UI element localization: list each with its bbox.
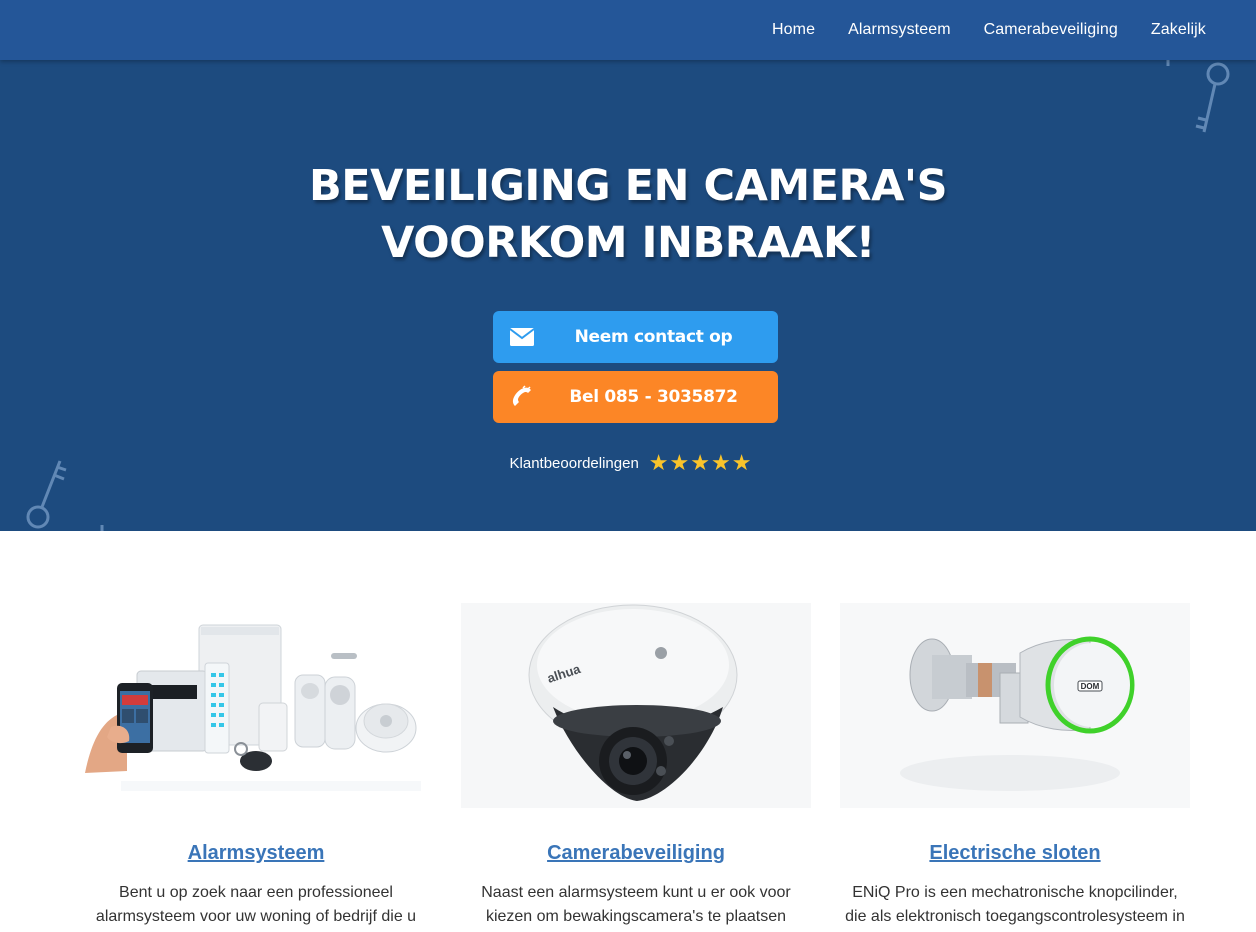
- service-card-electrische-sloten: DOM Electrische sloten ENiQ Pro is een m…: [840, 603, 1190, 925]
- call-button[interactable]: Bel 085 - 3035872: [493, 371, 778, 423]
- nav-item-camerabeveiliging[interactable]: Camerabeveiliging: [984, 21, 1118, 39]
- nav-item-zakelijk[interactable]: Zakelijk: [1151, 21, 1206, 39]
- phone-icon: [509, 385, 535, 409]
- call-button-label: Bel 085 - 3035872: [569, 387, 738, 407]
- service-text-line: Naast een alarmsysteem kunt u er ook voo…: [481, 884, 791, 901]
- star-icon: ★: [669, 450, 690, 475]
- service-text-line: alarmsysteem voor uw woning of bedrijf d…: [95, 908, 417, 925]
- service-text-line: die als elektronisch toegangscontrolesys…: [845, 908, 1185, 925]
- service-title-electrische-sloten[interactable]: Electrische sloten: [840, 842, 1190, 865]
- services-section: Alarmsysteem Bent u op zoek naar een pro…: [0, 531, 1256, 932]
- service-card-camerabeveiliging: alhua Camerabeveiliging Naast een alarms…: [461, 603, 811, 925]
- service-text-alarmsysteem: Bent u op zoek naar een professioneel al…: [81, 881, 431, 929]
- customer-rating: Klantbeoordelingen ★ ★ ★ ★ ★: [0, 452, 1256, 474]
- contact-button[interactable]: Neem contact op: [493, 311, 778, 363]
- service-text-line: ENiQ Pro is een mechatronische knopcilin…: [852, 884, 1178, 901]
- service-card-alarmsysteem: Alarmsysteem Bent u op zoek naar een pro…: [81, 603, 431, 925]
- electronic-lock-image: DOM: [840, 603, 1190, 808]
- service-text-line: kiezen om bewakingscamera's te plaatsen: [485, 908, 787, 925]
- hero-title-line-1: BEVEILIGING EN CAMERA'S: [308, 161, 948, 211]
- key-decoration-icon: [1166, 60, 1230, 133]
- rating-label: Klantbeoordelingen: [509, 454, 639, 472]
- service-title-alarmsysteem[interactable]: Alarmsysteem: [81, 842, 431, 865]
- top-navbar: Home Alarmsysteem Camerabeveiliging Zake…: [0, 0, 1256, 60]
- lock-brand-logo: DOM: [1081, 682, 1100, 691]
- service-text-electrische-sloten: ENiQ Pro is een mechatronische knopcilin…: [840, 881, 1190, 929]
- alarm-system-image: [81, 603, 431, 808]
- service-text-camerabeveiliging: Naast een alarmsysteem kunt u er ook voo…: [461, 881, 811, 929]
- hero-title: BEVEILIGING EN CAMERA'S VOORKOM INBRAAK!: [0, 158, 1256, 272]
- nav-item-alarmsysteem[interactable]: Alarmsysteem: [848, 21, 951, 39]
- dome-camera-image: alhua: [461, 603, 811, 808]
- envelope-icon: [509, 325, 535, 349]
- service-title-camerabeveiliging[interactable]: Camerabeveiliging: [461, 842, 811, 865]
- star-icon: ★: [648, 450, 669, 475]
- rating-stars: ★ ★ ★ ★ ★: [649, 452, 753, 474]
- star-icon: ★: [690, 450, 710, 475]
- hero-title-line-2: VOORKOM INBRAAK!: [381, 218, 875, 268]
- star-icon: ★: [711, 450, 731, 475]
- service-text-line: Bent u op zoek naar een professioneel: [119, 884, 393, 901]
- nav-item-home[interactable]: Home: [772, 21, 815, 39]
- hero-section: BEVEILIGING EN CAMERA'S VOORKOM INBRAAK!…: [0, 60, 1256, 531]
- contact-button-label: Neem contact op: [574, 327, 733, 347]
- nav-menu: Home Alarmsysteem Camerabeveiliging Zake…: [772, 0, 1239, 60]
- star-icon: ★: [731, 450, 752, 475]
